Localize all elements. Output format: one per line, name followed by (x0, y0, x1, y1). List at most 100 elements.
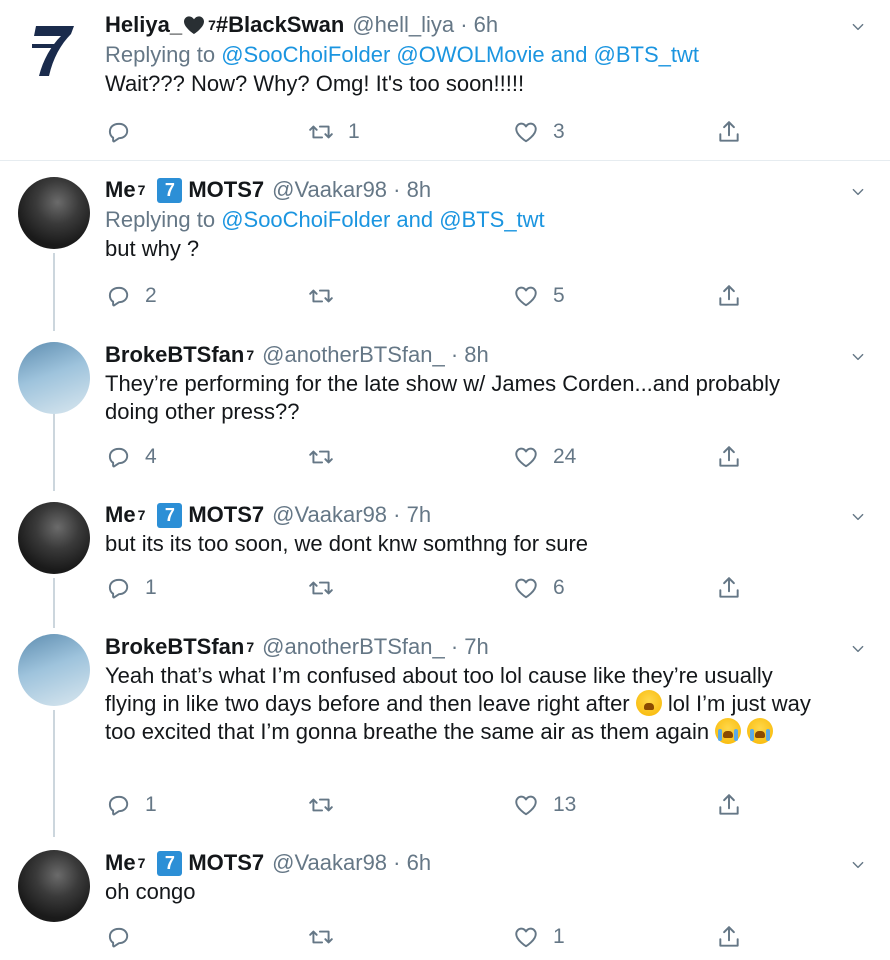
replying-to: Replying to @SooChoiFolder and @BTS_twt (105, 207, 545, 232)
retweet-icon (308, 575, 334, 601)
tweet-text: They’re performing for the late show w/ … (105, 371, 780, 424)
share-button[interactable] (716, 281, 742, 311)
name-superscript: 7 (137, 507, 146, 523)
like-button[interactable]: 6 (513, 573, 565, 603)
retweet-icon (308, 283, 334, 309)
reply-icon (105, 283, 131, 309)
reply-mentions[interactable]: @SooChoiFolder @OWOLMovie and @BTS_twt (221, 42, 699, 67)
handle-time[interactable]: @hell_liya · 6h (352, 12, 498, 38)
tweet-text: Yeah that’s what I’m confused about too … (105, 663, 811, 744)
display-name-suffix[interactable]: MOTS7 (188, 850, 264, 876)
share-button[interactable] (716, 442, 742, 472)
reply-button[interactable] (105, 117, 145, 147)
handle-time[interactable]: @anotherBTSfan_ · 7h (262, 634, 489, 660)
retweet-button[interactable] (308, 922, 348, 952)
like-button[interactable]: 1 (513, 922, 565, 952)
chevron-down-icon[interactable] (851, 642, 865, 656)
name-superscript: 7 (208, 17, 216, 33)
tweet-header: BrokeBTSfan 7 @anotherBTSfan_ · 8h (105, 340, 830, 370)
reply-mentions[interactable]: @SooChoiFolder and @BTS_twt (221, 207, 544, 232)
reply-button[interactable]: 4 (105, 442, 157, 472)
retweet-icon (308, 119, 334, 145)
seven-badge-icon: 7 (157, 177, 183, 203)
retweet-button[interactable]: 1 (308, 117, 360, 147)
display-name[interactable]: Me (105, 502, 136, 528)
retweet-button[interactable] (308, 790, 348, 820)
retweet-button[interactable] (308, 281, 348, 311)
thread-line (53, 413, 55, 491)
reply-button[interactable]: 1 (105, 573, 157, 603)
share-icon (716, 444, 742, 470)
bts-7-logo-icon (32, 26, 74, 76)
tweet-text: oh congo (105, 879, 196, 904)
chevron-down-icon[interactable] (851, 20, 865, 34)
handle-time[interactable]: @anotherBTSfan_ · 8h (262, 342, 489, 368)
handle-time[interactable]: @Vaakar98 · 7h (272, 502, 431, 528)
like-button[interactable]: 3 (513, 117, 565, 147)
loudly-crying-face-icon (747, 718, 774, 744)
display-name-suffix[interactable]: MOTS7 (188, 177, 264, 203)
retweet-button[interactable] (308, 573, 348, 603)
share-icon (716, 792, 742, 818)
avatar[interactable] (18, 634, 90, 706)
avatar[interactable] (18, 850, 90, 922)
chevron-down-icon[interactable] (851, 350, 865, 364)
heart-icon (513, 575, 539, 601)
thread-line (53, 253, 55, 331)
handle-time[interactable]: @Vaakar98 · 6h (272, 850, 431, 876)
like-button[interactable]: 13 (513, 790, 576, 820)
display-name[interactable]: BrokeBTSfan (105, 634, 244, 660)
heart-icon (513, 283, 539, 309)
share-button[interactable] (716, 573, 742, 603)
name-superscript: 7 (137, 855, 146, 871)
thread-line (53, 578, 55, 628)
heart-icon (513, 444, 539, 470)
share-button[interactable] (716, 790, 742, 820)
reply-button[interactable] (105, 922, 145, 952)
retweet-button[interactable] (308, 442, 348, 472)
tweet-text: Wait??? Now? Why? Omg! It's too soon!!!!… (105, 71, 525, 96)
chevron-down-icon[interactable] (851, 510, 865, 524)
weary-face-icon (635, 690, 662, 716)
tweet-header: Me 7 7 MOTS7 @Vaakar98 · 6h (105, 848, 830, 878)
loudly-crying-face-icon (715, 718, 742, 744)
reply-button[interactable]: 2 (105, 281, 157, 311)
display-name[interactable]: Heliya_ (105, 12, 182, 38)
retweet-icon (308, 444, 334, 470)
black-heart-icon (184, 16, 205, 35)
seven-badge-icon: 7 (157, 850, 183, 876)
reply-button[interactable]: 1 (105, 790, 157, 820)
name-superscript: 7 (246, 347, 255, 363)
share-button[interactable] (716, 117, 742, 147)
retweet-icon (308, 924, 334, 950)
thread-line (53, 710, 55, 837)
replying-to: Replying to @SooChoiFolder @OWOLMovie an… (105, 42, 700, 67)
like-button[interactable]: 5 (513, 281, 565, 311)
like-button[interactable]: 24 (513, 442, 576, 472)
avatar[interactable] (18, 177, 90, 249)
avatar[interactable] (18, 342, 90, 414)
tweet-text: but why ? (105, 236, 200, 261)
share-icon (716, 283, 742, 309)
share-button[interactable] (716, 922, 742, 952)
reply-icon (105, 119, 131, 145)
name-superscript: 7 (246, 639, 255, 655)
reply-icon (105, 575, 131, 601)
tweet-text: but its its too soon, we dont knw somthn… (105, 531, 589, 556)
display-name-suffix[interactable]: MOTS7 (188, 502, 264, 528)
chevron-down-icon[interactable] (851, 858, 865, 872)
display-name[interactable]: Me (105, 177, 136, 203)
display-name-suffix[interactable]: #BlackSwan (216, 12, 344, 38)
reply-icon (105, 924, 131, 950)
display-name[interactable]: Me (105, 850, 136, 876)
chevron-down-icon[interactable] (851, 185, 865, 199)
avatar[interactable] (18, 502, 90, 574)
heart-icon (513, 924, 539, 950)
reply-icon (105, 792, 131, 818)
display-name[interactable]: BrokeBTSfan (105, 342, 244, 368)
avatar[interactable] (18, 12, 90, 84)
seven-badge-icon: 7 (157, 502, 183, 528)
reply-icon (105, 444, 131, 470)
handle-time[interactable]: @Vaakar98 · 8h (272, 177, 431, 203)
tweet-header: Heliya_ 7 #BlackSwan @hell_liya · 6h (105, 10, 830, 40)
